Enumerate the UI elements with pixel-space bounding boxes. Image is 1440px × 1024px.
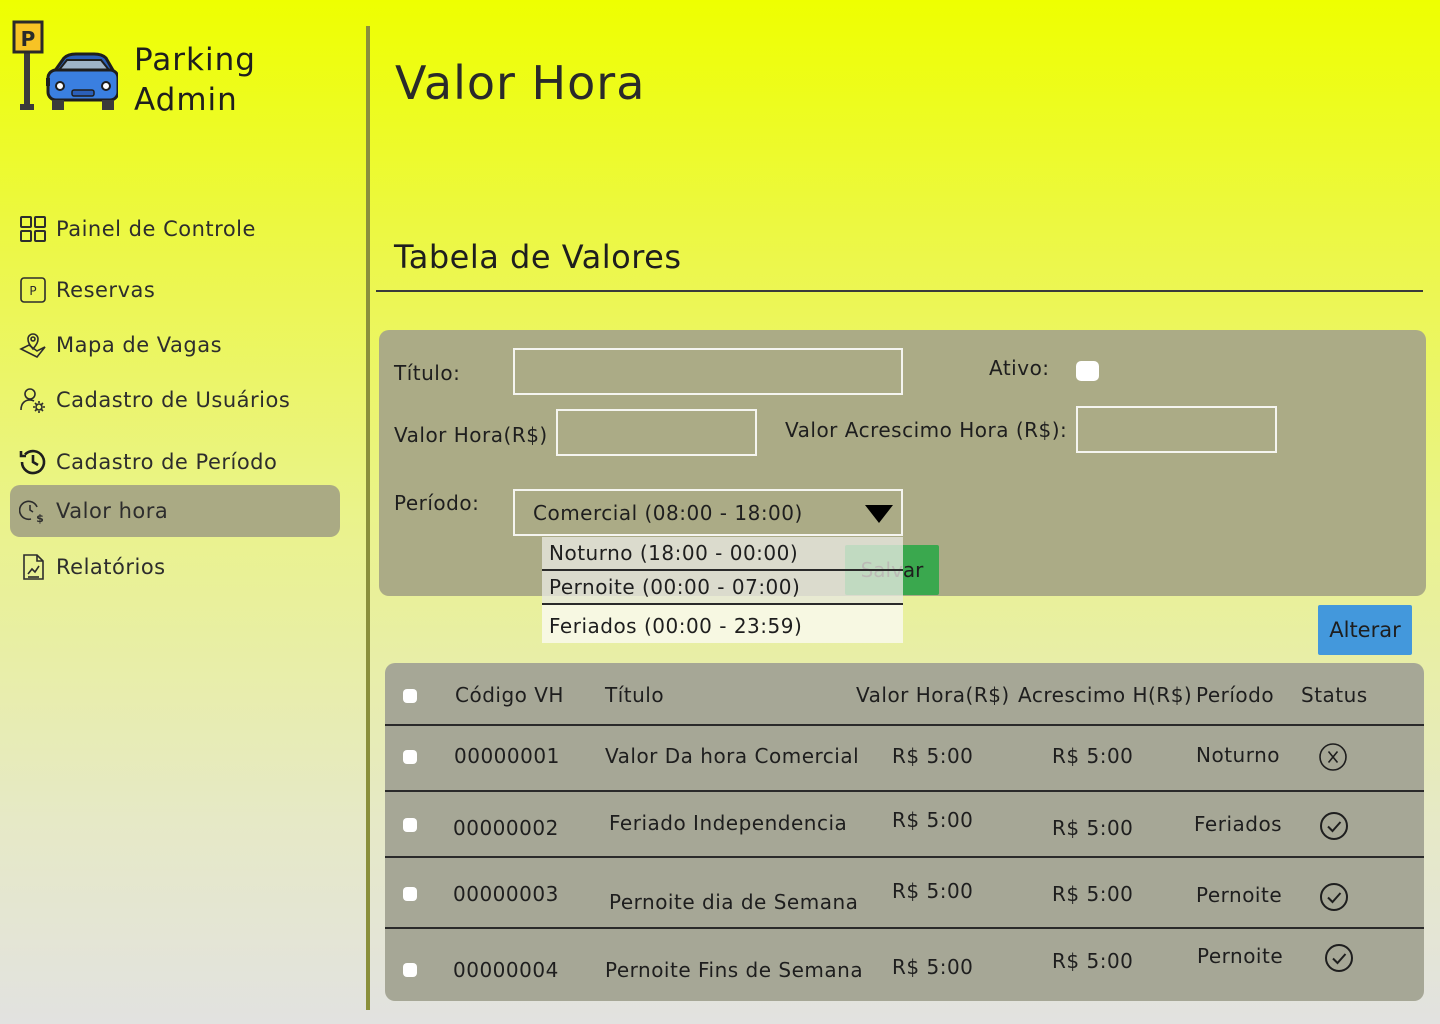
sidebar-item-label: Mapa de Vagas [56, 333, 223, 357]
periodo-option-pernoite[interactable]: Pernoite (00:00 - 07:00) [542, 571, 903, 605]
ativo-checkbox[interactable] [1076, 361, 1099, 381]
periodo-select[interactable]: Comercial (08:00 - 18:00) [513, 489, 903, 536]
col-header-status: Status [1301, 683, 1368, 707]
periodo-option-noturno[interactable]: Noturno (18:00 - 00:00) [542, 537, 903, 571]
parking-p-icon: P [18, 275, 48, 305]
titulo-label: Título: [394, 361, 461, 385]
col-header-acrescimo: Acrescimo H(R$) [1018, 683, 1193, 707]
status-active-check-icon[interactable] [1324, 943, 1354, 973]
cell-acrescimo: R$ 5:00 [1052, 816, 1134, 840]
table-row[interactable]: 00000001 Valor Da hora Comercial R$ 5:00… [385, 724, 1424, 791]
sidebar-item-mapa[interactable]: Mapa de Vagas [10, 319, 340, 371]
cell-titulo: Pernoite Fins de Semana [605, 958, 864, 982]
periodo-selected-value: Comercial (08:00 - 18:00) [533, 500, 803, 525]
svg-text:P: P [29, 284, 36, 298]
cell-acrescimo: R$ 5:00 [1052, 882, 1134, 906]
sidebar-item-label: Reservas [56, 278, 156, 302]
cell-valor: R$ 5:00 [892, 744, 974, 768]
page-title: Valor Hora [395, 56, 646, 110]
section-divider [376, 290, 1423, 292]
col-header-periodo: Período [1196, 683, 1275, 707]
acrescimo-input[interactable] [1076, 406, 1277, 453]
periodo-label: Período: [394, 491, 480, 515]
dropdown-arrow-icon[interactable] [865, 505, 893, 523]
valor-hora-input[interactable] [556, 409, 757, 456]
map-pin-icon [18, 330, 48, 360]
cell-periodo: Feriados [1194, 812, 1283, 836]
periodo-option-feriados[interactable]: Feriados (00:00 - 23:59) [542, 605, 903, 643]
sidebar-item-usuarios[interactable]: Cadastro de Usuários [10, 374, 340, 426]
row-checkbox[interactable] [403, 750, 417, 764]
table-row[interactable]: 00000004 Pernoite Fins de Semana R$ 5:00… [385, 927, 1424, 1001]
row-checkbox[interactable] [403, 963, 417, 977]
sidebar-item-label: Valor hora [56, 499, 169, 523]
cell-acrescimo: R$ 5:00 [1052, 949, 1134, 973]
parking-logo-icon: P [12, 20, 120, 112]
ativo-label: Ativo: [989, 356, 1050, 380]
col-header-valor: Valor Hora(R$) [856, 683, 1010, 707]
sidebar-item-label: Painel de Controle [56, 217, 256, 241]
sidebar-divider [366, 26, 370, 1010]
sidebar-item-reservas[interactable]: P Reservas [10, 264, 340, 316]
cell-codigo: 00000002 [453, 816, 559, 840]
cell-acrescimo: R$ 5:00 [1052, 744, 1134, 768]
cell-codigo: 00000003 [453, 882, 559, 906]
acrescimo-label: Valor Acrescimo Hora (R$): [785, 418, 1068, 442]
titulo-input[interactable] [513, 348, 903, 395]
row-checkbox[interactable] [403, 887, 417, 901]
table-header-row: Código VH Título Valor Hora(R$) Acrescim… [385, 663, 1424, 725]
status-inactive-x-icon[interactable] [1318, 742, 1348, 772]
cell-periodo: Noturno [1196, 743, 1280, 767]
valor-hora-label: Valor Hora(R$) : [394, 423, 562, 447]
cell-codigo: 00000004 [453, 958, 559, 982]
cell-valor: R$ 5:00 [892, 879, 974, 903]
section-title: Tabela de Valores [394, 238, 682, 276]
sidebar-item-periodo[interactable]: Cadastro de Período [10, 436, 340, 488]
table-row[interactable]: 00000002 Feriado Independencia R$ 5:00 R… [385, 790, 1424, 857]
col-header-titulo: Título [605, 683, 665, 707]
svg-text:$: $ [36, 512, 44, 525]
sidebar-item-painel[interactable]: Painel de Controle [10, 203, 340, 255]
app-title-line1: Parking [134, 42, 256, 78]
status-active-check-icon[interactable] [1319, 882, 1349, 912]
app-title: Parking Admin [134, 40, 256, 120]
svg-text:P: P [21, 27, 36, 51]
sidebar-item-valor-hora[interactable]: $ Valor hora [10, 485, 340, 537]
cell-titulo: Pernoite dia de Semana [609, 890, 859, 914]
table-row[interactable]: 00000003 Pernoite dia de Semana R$ 5:00 … [385, 856, 1424, 928]
cell-valor: R$ 5:00 [892, 808, 974, 832]
row-checkbox[interactable] [403, 818, 417, 832]
app-title-line2: Admin [134, 82, 238, 118]
sidebar-item-label: Relatórios [56, 555, 166, 579]
select-all-checkbox[interactable] [403, 689, 417, 703]
user-settings-icon [18, 385, 48, 415]
sidebar-item-label: Cadastro de Usuários [56, 388, 291, 412]
cell-codigo: 00000001 [454, 744, 560, 768]
history-clock-icon [18, 447, 48, 477]
sidebar-item-label: Cadastro de Período [56, 450, 278, 474]
cell-titulo: Feriado Independencia [609, 811, 848, 835]
alterar-button[interactable]: Alterar [1318, 605, 1412, 655]
cell-periodo: Pernoite [1197, 944, 1284, 968]
cell-periodo: Pernoite [1196, 883, 1283, 907]
sidebar-item-relatorios[interactable]: Relatórios [10, 541, 340, 593]
dashboard-icon [18, 214, 48, 244]
col-header-codigo: Código VH [455, 683, 564, 707]
valores-table: Código VH Título Valor Hora(R$) Acrescim… [385, 663, 1424, 1001]
clock-money-icon: $ [18, 496, 48, 526]
cell-titulo: Valor Da hora Comercial [605, 744, 860, 768]
cell-valor: R$ 5:00 [892, 955, 974, 979]
periodo-dropdown-list: Noturno (18:00 - 00:00) Pernoite (00:00 … [542, 537, 903, 643]
status-active-check-icon[interactable] [1319, 811, 1349, 841]
report-icon [18, 552, 48, 582]
